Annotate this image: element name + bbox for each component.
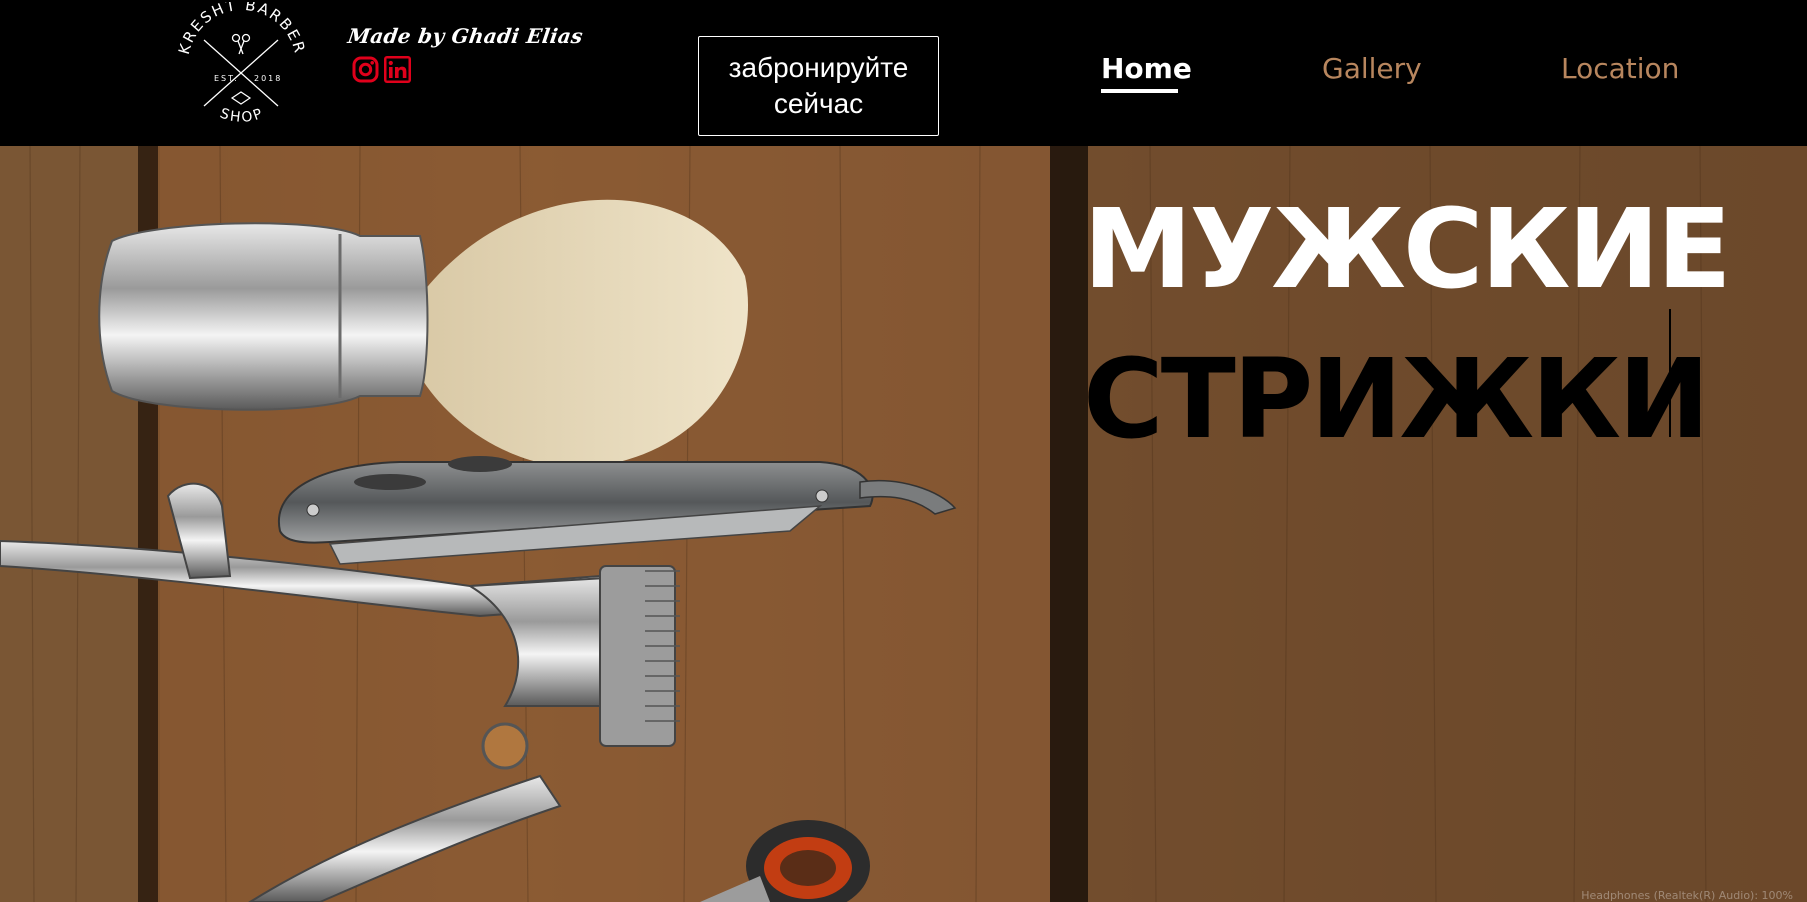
- headline-line-1: МУЖСКИЕ: [1083, 185, 1732, 313]
- logo-year-text: 2018: [254, 74, 282, 83]
- svg-text:SHOP: SHOP: [218, 106, 266, 126]
- logo-top-text: KRESHT BARBER: [175, 0, 307, 56]
- book-now-button[interactable]: забронируйте сейчас: [698, 36, 939, 136]
- instagram-icon[interactable]: [352, 56, 379, 83]
- hero-section: МУЖСКИЕ СТРИЖКИ Headphones (Realtek(R) A…: [0, 146, 1807, 902]
- nav-gallery[interactable]: Gallery: [1322, 52, 1422, 85]
- social-links: [352, 56, 411, 83]
- logo-emblem: KRESHT BARBER SHOP EST. 2018: [175, 0, 309, 126]
- nav-active-underline: [1101, 89, 1178, 93]
- logo-est-text: EST.: [214, 74, 239, 83]
- nav-home[interactable]: Home: [1101, 52, 1192, 85]
- hero-headline: МУЖСКИЕ СТРИЖКИ: [1083, 174, 1783, 474]
- linkedin-icon[interactable]: [384, 56, 411, 83]
- site-header: KRESHT BARBER SHOP EST. 2018 Made by Gha…: [0, 0, 1807, 146]
- svg-text:KRESHT BARBER: KRESHT BARBER: [175, 2, 309, 56]
- author-credit: Made by Ghadi Elias: [346, 24, 585, 48]
- nav-location[interactable]: Location: [1561, 52, 1679, 85]
- scissors-icon: [231, 33, 251, 55]
- diamond-icon: [230, 91, 252, 105]
- site-logo[interactable]: KRESHT BARBER SHOP EST. 2018: [170, 0, 313, 137]
- text-cursor: [1669, 309, 1671, 437]
- logo-bottom-text: SHOP: [218, 106, 264, 126]
- volume-status-text: Headphones (Realtek(R) Audio): 100%: [1581, 889, 1793, 902]
- headline-line-2: СТРИЖКИ: [1083, 335, 1710, 463]
